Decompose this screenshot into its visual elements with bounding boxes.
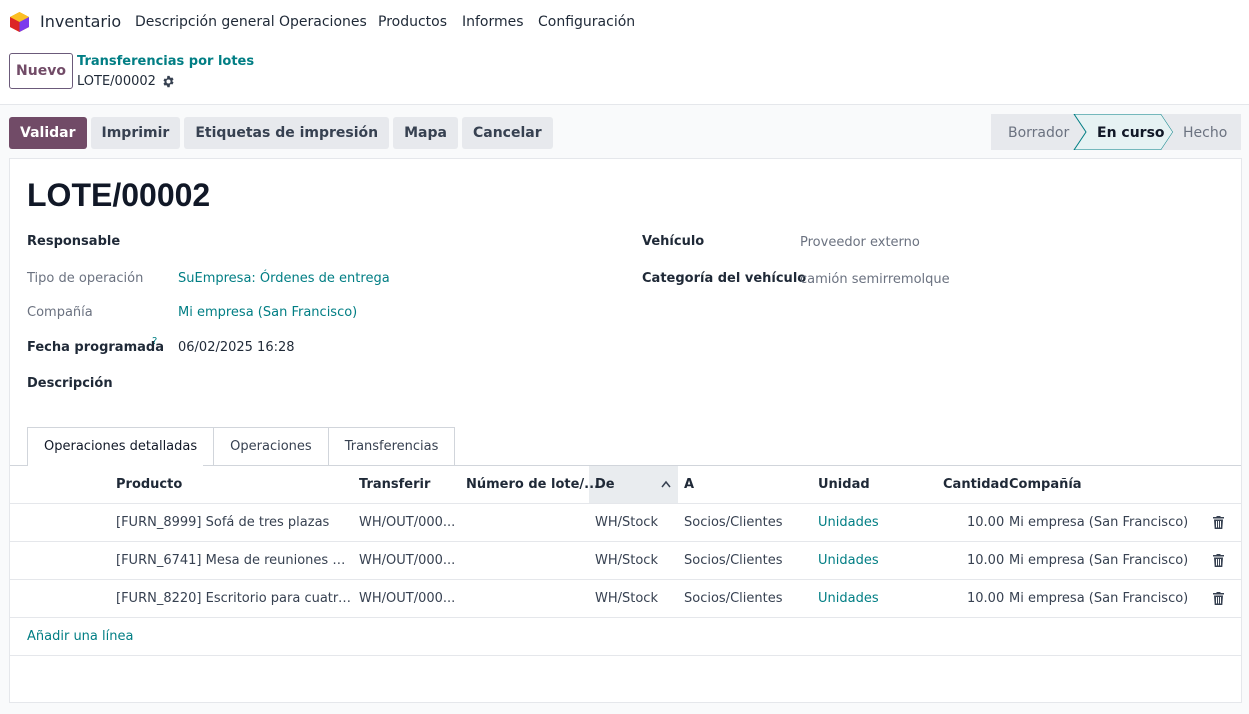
stage-en-curso[interactable]: En curso	[1097, 125, 1165, 141]
notebook-tabs: Operaciones detalladas Operaciones Trans…	[27, 427, 456, 466]
menu-operaciones[interactable]: Operaciones	[279, 14, 367, 30]
table-row[interactable]: [FURN_8999] Sofá de tres plazas WH/OUT/0…	[10, 504, 1241, 541]
record-title[interactable]: LOTE/00002	[27, 177, 210, 214]
trash-icon[interactable]	[1213, 554, 1224, 567]
cell-compania[interactable]: Mi empresa (San Francisco)	[1009, 553, 1188, 568]
col-compania[interactable]: Compañía	[1009, 477, 1082, 492]
cell-unidad[interactable]: Unidades	[818, 591, 879, 606]
breadcrumb-current-label: LOTE/00002	[77, 74, 156, 89]
tipo-operacion-field[interactable]: SuEmpresa: Órdenes de entrega	[178, 271, 390, 286]
menu-informes[interactable]: Informes	[462, 14, 524, 30]
col-unidad[interactable]: Unidad	[818, 477, 870, 492]
breadcrumb-parent[interactable]: Transferencias por lotes	[77, 54, 254, 69]
trash-icon[interactable]	[1213, 516, 1224, 529]
app-name[interactable]: Inventario	[40, 12, 121, 31]
menu-configuracion[interactable]: Configuración	[538, 14, 635, 30]
cell-a[interactable]: Socios/Clientes	[684, 515, 782, 530]
breadcrumb-current: LOTE/00002	[77, 74, 175, 89]
cell-cantidad[interactable]: 10.00	[967, 591, 1004, 606]
responsable-label: Responsable	[27, 234, 121, 249]
cell-transferir[interactable]: WH/OUT/000...	[359, 553, 459, 568]
col-cantidad[interactable]: Cantidad	[943, 477, 1009, 492]
cell-unidad[interactable]: Unidades	[818, 515, 879, 530]
vehiculo-field[interactable]: Proveedor externo	[800, 235, 920, 250]
menu-descripcion-general[interactable]: Descripción general	[135, 14, 275, 30]
stage-borrador[interactable]: Borrador	[1008, 125, 1069, 141]
action-buttons: Validar Imprimir Etiquetas de impresión …	[9, 117, 553, 149]
trash-icon[interactable]	[1213, 592, 1224, 605]
categoria-vehiculo-field[interactable]: camión semirremolque	[800, 272, 950, 287]
cell-compania[interactable]: Mi empresa (San Francisco)	[1009, 515, 1188, 530]
table-bottom-divider	[10, 655, 1241, 656]
vehiculo-label: Vehículo	[642, 234, 705, 249]
compania-field[interactable]: Mi empresa (San Francisco)	[178, 305, 357, 320]
cell-cantidad[interactable]: 10.00	[967, 515, 1004, 530]
fecha-programada-field[interactable]: 06/02/2025 16:28	[178, 340, 295, 355]
map-button[interactable]: Mapa	[393, 117, 458, 149]
tipo-operacion-label: Tipo de operación	[27, 271, 144, 286]
add-line-link[interactable]: Añadir una línea	[27, 629, 133, 644]
form-sheet: LOTE/00002 Responsable Tipo de operación…	[9, 158, 1242, 703]
col-transferir[interactable]: Transferir	[359, 477, 430, 492]
cell-a[interactable]: Socios/Clientes	[684, 553, 782, 568]
col-de[interactable]: De	[595, 477, 615, 492]
cell-compania[interactable]: Mi empresa (San Francisco)	[1009, 591, 1188, 606]
stage-hecho[interactable]: Hecho	[1183, 125, 1227, 141]
gear-icon[interactable]	[162, 75, 175, 88]
active-tab-gap	[28, 465, 203, 466]
table-row[interactable]: [FURN_8220] Escritorio para cuatro ... W…	[10, 580, 1241, 617]
table-row[interactable]: [FURN_6741] Mesa de reuniones gr... WH/O…	[10, 542, 1241, 579]
col-numero-lote[interactable]: Número de lote/...	[466, 477, 599, 492]
cell-a[interactable]: Socios/Clientes	[684, 591, 782, 606]
app-logo-icon[interactable]	[9, 11, 30, 33]
menu-productos[interactable]: Productos	[378, 14, 447, 30]
new-button[interactable]: Nuevo	[9, 53, 73, 89]
help-tooltip-icon[interactable]: ?	[152, 336, 157, 347]
fecha-programada-label: Fecha programada	[27, 340, 164, 355]
cell-de[interactable]: WH/Stock	[595, 553, 658, 568]
cell-de[interactable]: WH/Stock	[595, 515, 658, 530]
compania-label: Compañía	[27, 305, 93, 320]
cell-transferir[interactable]: WH/OUT/000...	[359, 515, 459, 530]
validate-button[interactable]: Validar	[9, 117, 87, 149]
cell-cantidad[interactable]: 10.00	[967, 553, 1004, 568]
top-navbar: Inventario Descripción general Operacion…	[0, 0, 1249, 44]
tab-operaciones[interactable]: Operaciones	[214, 427, 329, 466]
print-labels-button[interactable]: Etiquetas de impresión	[184, 117, 390, 149]
cell-transferir[interactable]: WH/OUT/000...	[359, 591, 459, 606]
categoria-vehiculo-label: Categoría del vehículo	[642, 271, 807, 286]
row-divider	[10, 617, 1241, 618]
cancel-button[interactable]: Cancelar	[461, 117, 553, 149]
cell-producto[interactable]: [FURN_8999] Sofá de tres plazas	[116, 515, 351, 530]
col-a[interactable]: A	[684, 477, 694, 492]
tab-operaciones-detalladas[interactable]: Operaciones detalladas	[27, 427, 215, 466]
cell-unidad[interactable]: Unidades	[818, 553, 879, 568]
print-button[interactable]: Imprimir	[90, 117, 181, 149]
cell-producto[interactable]: [FURN_8220] Escritorio para cuatro ...	[116, 591, 351, 606]
tab-transferencias[interactable]: Transferencias	[328, 427, 456, 466]
sort-up-icon[interactable]	[661, 480, 671, 488]
control-panel: Nuevo Transferencias por lotes LOTE/0000…	[0, 44, 1249, 105]
cell-producto[interactable]: [FURN_6741] Mesa de reuniones gr...	[116, 553, 351, 568]
cell-de[interactable]: WH/Stock	[595, 591, 658, 606]
col-producto[interactable]: Producto	[116, 477, 182, 492]
descripcion-label: Descripción	[27, 376, 113, 391]
